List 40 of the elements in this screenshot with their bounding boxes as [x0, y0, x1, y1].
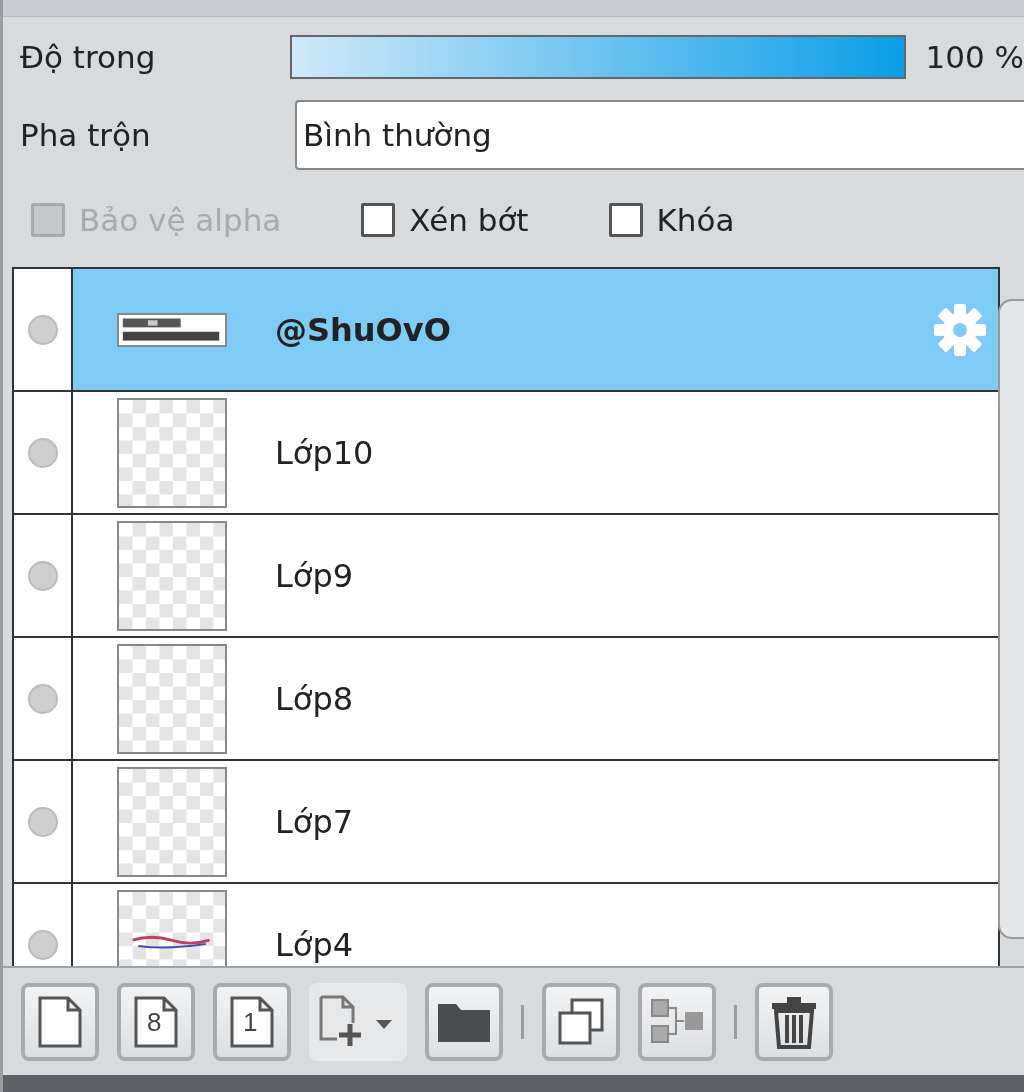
toolbar-button[interactable]	[755, 982, 833, 1061]
page-icon	[37, 994, 83, 1049]
layer-name: Lớp8	[275, 679, 354, 718]
toolbar-button[interactable]	[542, 982, 620, 1061]
blend-label: Pha trộn	[20, 117, 152, 153]
toolbar-button[interactable]	[21, 982, 99, 1061]
blend-dropdown[interactable]: Bình thường	[295, 100, 1024, 170]
visibility-toggle[interactable]	[27, 806, 58, 837]
checkbox-label: Khóa	[656, 202, 735, 238]
checkbox[interactable]	[608, 203, 643, 237]
layer-name: @ShuOvO	[275, 310, 451, 349]
opacity-label: Độ trong	[20, 39, 157, 75]
layer-row[interactable]: Lớp9	[14, 515, 998, 638]
toolbar-button[interactable]: 1	[213, 982, 291, 1061]
toolbar-button[interactable]	[309, 982, 407, 1061]
toolbar-button[interactable]	[425, 982, 503, 1061]
page-icon	[133, 994, 179, 1049]
visibility-toggle[interactable]	[27, 560, 58, 591]
visibility-toggle[interactable]	[27, 929, 58, 960]
layer-row[interactable]: Lớp8	[14, 638, 998, 761]
opacity-slider[interactable]	[289, 35, 906, 79]
layer-name: Lớp7	[275, 802, 354, 841]
checkbox[interactable]	[361, 203, 396, 237]
settings-icon[interactable]	[932, 301, 988, 358]
visibility-toggle[interactable]	[27, 314, 58, 345]
layer-name: Lớp10	[275, 433, 374, 472]
layer-name: Lớp4	[275, 925, 354, 964]
opacity-value: 100 %	[925, 39, 1024, 75]
visibility-toggle[interactable]	[27, 683, 58, 714]
layer-row[interactable]: Lớp7	[14, 761, 998, 884]
trash-icon	[769, 994, 819, 1049]
layer-row[interactable]: Lớp4	[14, 884, 998, 966]
layer-row[interactable]: @ShuOvO	[14, 269, 998, 392]
layer-row[interactable]: Lớp10	[14, 392, 998, 515]
checkbox-label: Xén bớt	[409, 202, 529, 238]
layer-name: Lớp9	[275, 556, 354, 595]
toolbar-button[interactable]: 8	[117, 982, 195, 1061]
page-icon	[229, 994, 275, 1049]
duplicate-icon	[556, 996, 606, 1047]
visibility-toggle[interactable]	[27, 437, 58, 468]
